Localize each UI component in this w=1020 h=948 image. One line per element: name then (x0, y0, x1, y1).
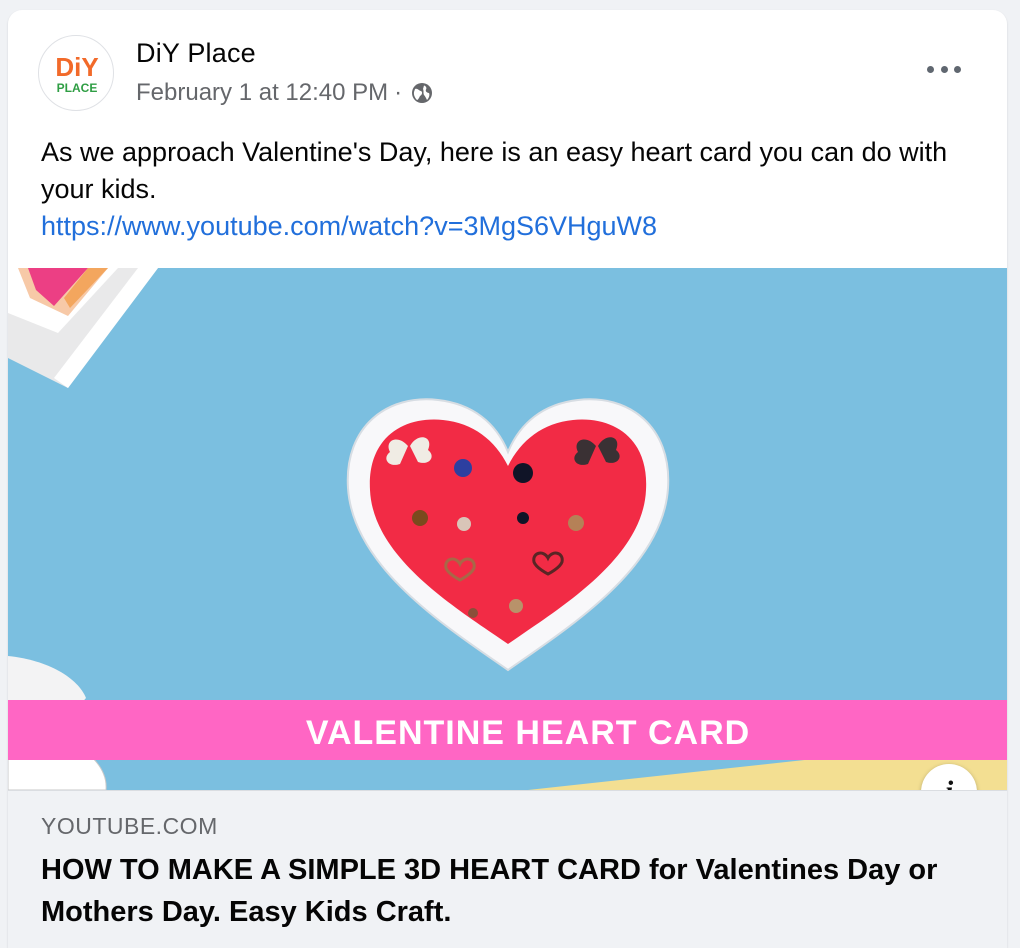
post-meta: February 1 at 12:40 PM · (136, 78, 434, 108)
link-domain: YOUTUBE.COM (41, 813, 218, 839)
post-timestamp[interactable]: February 1 at 12:40 PM (136, 79, 388, 107)
more-dot (927, 65, 934, 73)
more-dot (940, 65, 948, 73)
post-body-text: As we approach Valentine's Day, here is … (41, 137, 948, 204)
video-thumbnail: VALENTINE HEART CARD (8, 268, 1007, 790)
svg-text:PLACE: PLACE (57, 81, 98, 95)
post-link[interactable]: https://www.youtube.com/watch?v=3MgS6VHg… (41, 208, 981, 245)
diy-place-logo: DiY PLACE (55, 52, 98, 95)
link-preview-caption[interactable]: YOUTUBE.COM HOW TO MAKE A SIMPLE 3D HEAR… (8, 790, 1007, 948)
more-dot (954, 65, 961, 73)
svg-text:DiY: DiY (55, 52, 98, 82)
banner-text: VALENTINE HEART CARD (306, 714, 750, 752)
post-message: As we approach Valentine's Day, here is … (41, 134, 981, 245)
meta-separator: · (394, 79, 403, 106)
post-header: DiY PLACE DiY Place February 1 at 12:40 … (8, 10, 1007, 130)
page-name[interactable]: DiY Place (136, 38, 256, 69)
page-avatar[interactable]: DiY PLACE (38, 35, 114, 111)
globe-icon (412, 83, 433, 103)
link-preview-image[interactable]: VALENTINE HEART CARD i (8, 268, 1007, 790)
link-title[interactable]: HOW TO MAKE A SIMPLE 3D HEART CARD for V… (41, 849, 981, 933)
post-card: DiY PLACE DiY Place February 1 at 12:40 … (8, 10, 1007, 948)
more-options-button[interactable] (927, 58, 961, 80)
